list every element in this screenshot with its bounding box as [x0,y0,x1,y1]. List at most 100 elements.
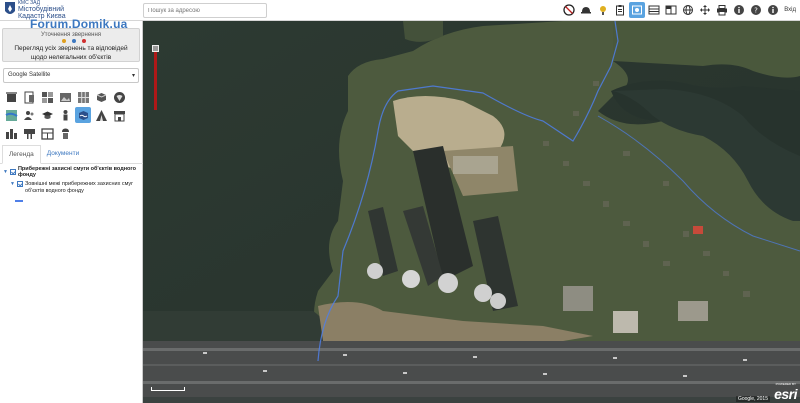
layer-button-people[interactable] [21,107,37,123]
basemap-select[interactable]: Google Satellite ▾ [3,68,139,83]
svg-text:?: ? [754,7,758,15]
kyiv-emblem-icon [5,2,15,14]
status-dot-blue [72,39,76,43]
zoom-slider-track[interactable] [154,45,157,110]
layer-button-buildings[interactable] [3,89,19,105]
layer-button-documents[interactable] [21,89,37,105]
panels-icon [648,5,660,15]
store-layer-icon [40,127,54,140]
pan-button[interactable] [697,2,714,18]
shield-layer-icon [113,91,125,103]
layer-button-shop[interactable] [111,107,127,123]
panels-button[interactable] [646,2,663,18]
compare-icon [665,5,677,15]
sidebar-tabs: Легенда Документи [0,145,143,164]
layer-buttons-grid [3,89,131,141]
photo-layer-icon [632,5,643,15]
shop-layer-icon [113,110,125,121]
map-attribution: Google, 2015 [735,396,770,402]
legend-item[interactable]: ▼ Зовнішні межі прибережних захисних сму… [10,181,141,195]
water-zone-layer-icon [78,110,88,120]
main-toolbar: ? Вхід [561,2,798,19]
layer-button-tent[interactable] [93,107,109,123]
layer-button-cube[interactable] [93,89,109,105]
cube-layer-icon [96,92,106,102]
reports-button[interactable] [612,2,629,18]
caret-down-icon: ▼ [10,181,15,187]
status-dot-yellow [62,39,66,43]
esri-logo: esri [774,386,797,402]
ideas-button[interactable] [595,2,612,18]
layer-button-shield[interactable] [111,89,127,105]
status-dot-red [82,39,86,43]
layer-button-education[interactable] [39,107,55,123]
chevron-down-icon: ▾ [131,73,135,79]
buildings-layer-icon [5,91,17,102]
zoom-slider-handle[interactable] [152,45,159,52]
hard-hat-icon [581,7,592,14]
legend-group-title: Прибережні захисні смуги об'єктів водног… [17,166,136,178]
layer-button-city[interactable] [3,125,19,141]
status-dots [62,39,86,43]
education-layer-icon [41,111,53,119]
brand-line1: Містобудівний [18,6,65,13]
appeals-layer-card[interactable]: Уточнення звернення Перегляд усіх зверне… [2,28,140,62]
help-button[interactable]: ? [748,2,765,18]
globe-button[interactable] [680,2,697,18]
about-button[interactable] [765,2,782,18]
forum-watermark: Forum.Domik.ua [30,17,128,31]
lightbulb-icon [600,6,607,15]
compare-button[interactable] [663,2,680,18]
sign-layer-icon [23,128,35,139]
legend-line-swatch [15,200,23,202]
layer-button-blocks[interactable] [39,89,55,105]
info-alt-icon [768,5,779,15]
appeals-card-text: Перегляд усіх звернень та відповідей щод… [14,45,128,61]
city-layer-icon [5,128,17,139]
photo-layer-button[interactable] [629,2,646,18]
login-button[interactable]: Вхід [782,2,798,18]
tab-legend[interactable]: Легенда [2,145,41,164]
blocks-layer-icon [41,91,53,103]
sidebar-panel: Уточнення звернення Перегляд усіх зверне… [0,21,143,403]
layer-button-grid[interactable] [75,89,91,105]
info-icon [734,5,745,15]
legend-group-checkbox[interactable] [9,169,16,175]
pan-arrows-icon [700,5,711,15]
help-icon: ? [751,5,762,15]
grid-layer-icon [77,91,89,103]
layer-button-map[interactable] [3,107,19,123]
print-icon [717,5,728,16]
legend-item-label: Зовнішні межі прибережних захисних смуг … [24,181,134,194]
layer-button-store[interactable] [39,125,55,141]
appeals-card-title: Уточнення звернення [40,32,102,38]
layer-button-worker[interactable] [57,125,73,141]
scale-bar [151,387,185,391]
legend-panel: ▼ Прибережні захисні смуги об'єктів водн… [3,166,141,202]
legend-group[interactable]: ▼ Прибережні захисні смуги об'єктів водн… [3,166,141,178]
layer-button-water-zone[interactable] [75,107,91,123]
people-layer-icon [23,110,33,120]
construction-button[interactable] [578,2,595,18]
basemap-value: Google Satellite [8,72,51,78]
legend-item-checkbox[interactable] [16,181,23,187]
tab-documents[interactable]: Документи [41,145,85,163]
layer-button-photo[interactable] [57,89,73,105]
no-entry-icon [563,4,575,16]
print-button[interactable] [714,2,731,18]
map-view[interactable]: Google, 2015 POWERED BY esri [143,21,800,403]
globe-icon [683,5,694,15]
info-button[interactable] [731,2,748,18]
caret-down-icon: ▼ [3,169,8,175]
photo-layer-icon [59,92,71,102]
address-search-input[interactable] [143,3,267,18]
layer-button-person[interactable] [57,107,73,123]
tent-layer-icon [95,109,107,121]
no-entry-button[interactable] [561,2,578,18]
clipboard-icon [616,5,625,16]
document-layer-icon [24,91,34,103]
person-layer-icon [63,109,67,120]
layer-button-sign[interactable] [21,125,37,141]
satellite-imagery [143,21,800,403]
worker-layer-icon [61,128,69,139]
